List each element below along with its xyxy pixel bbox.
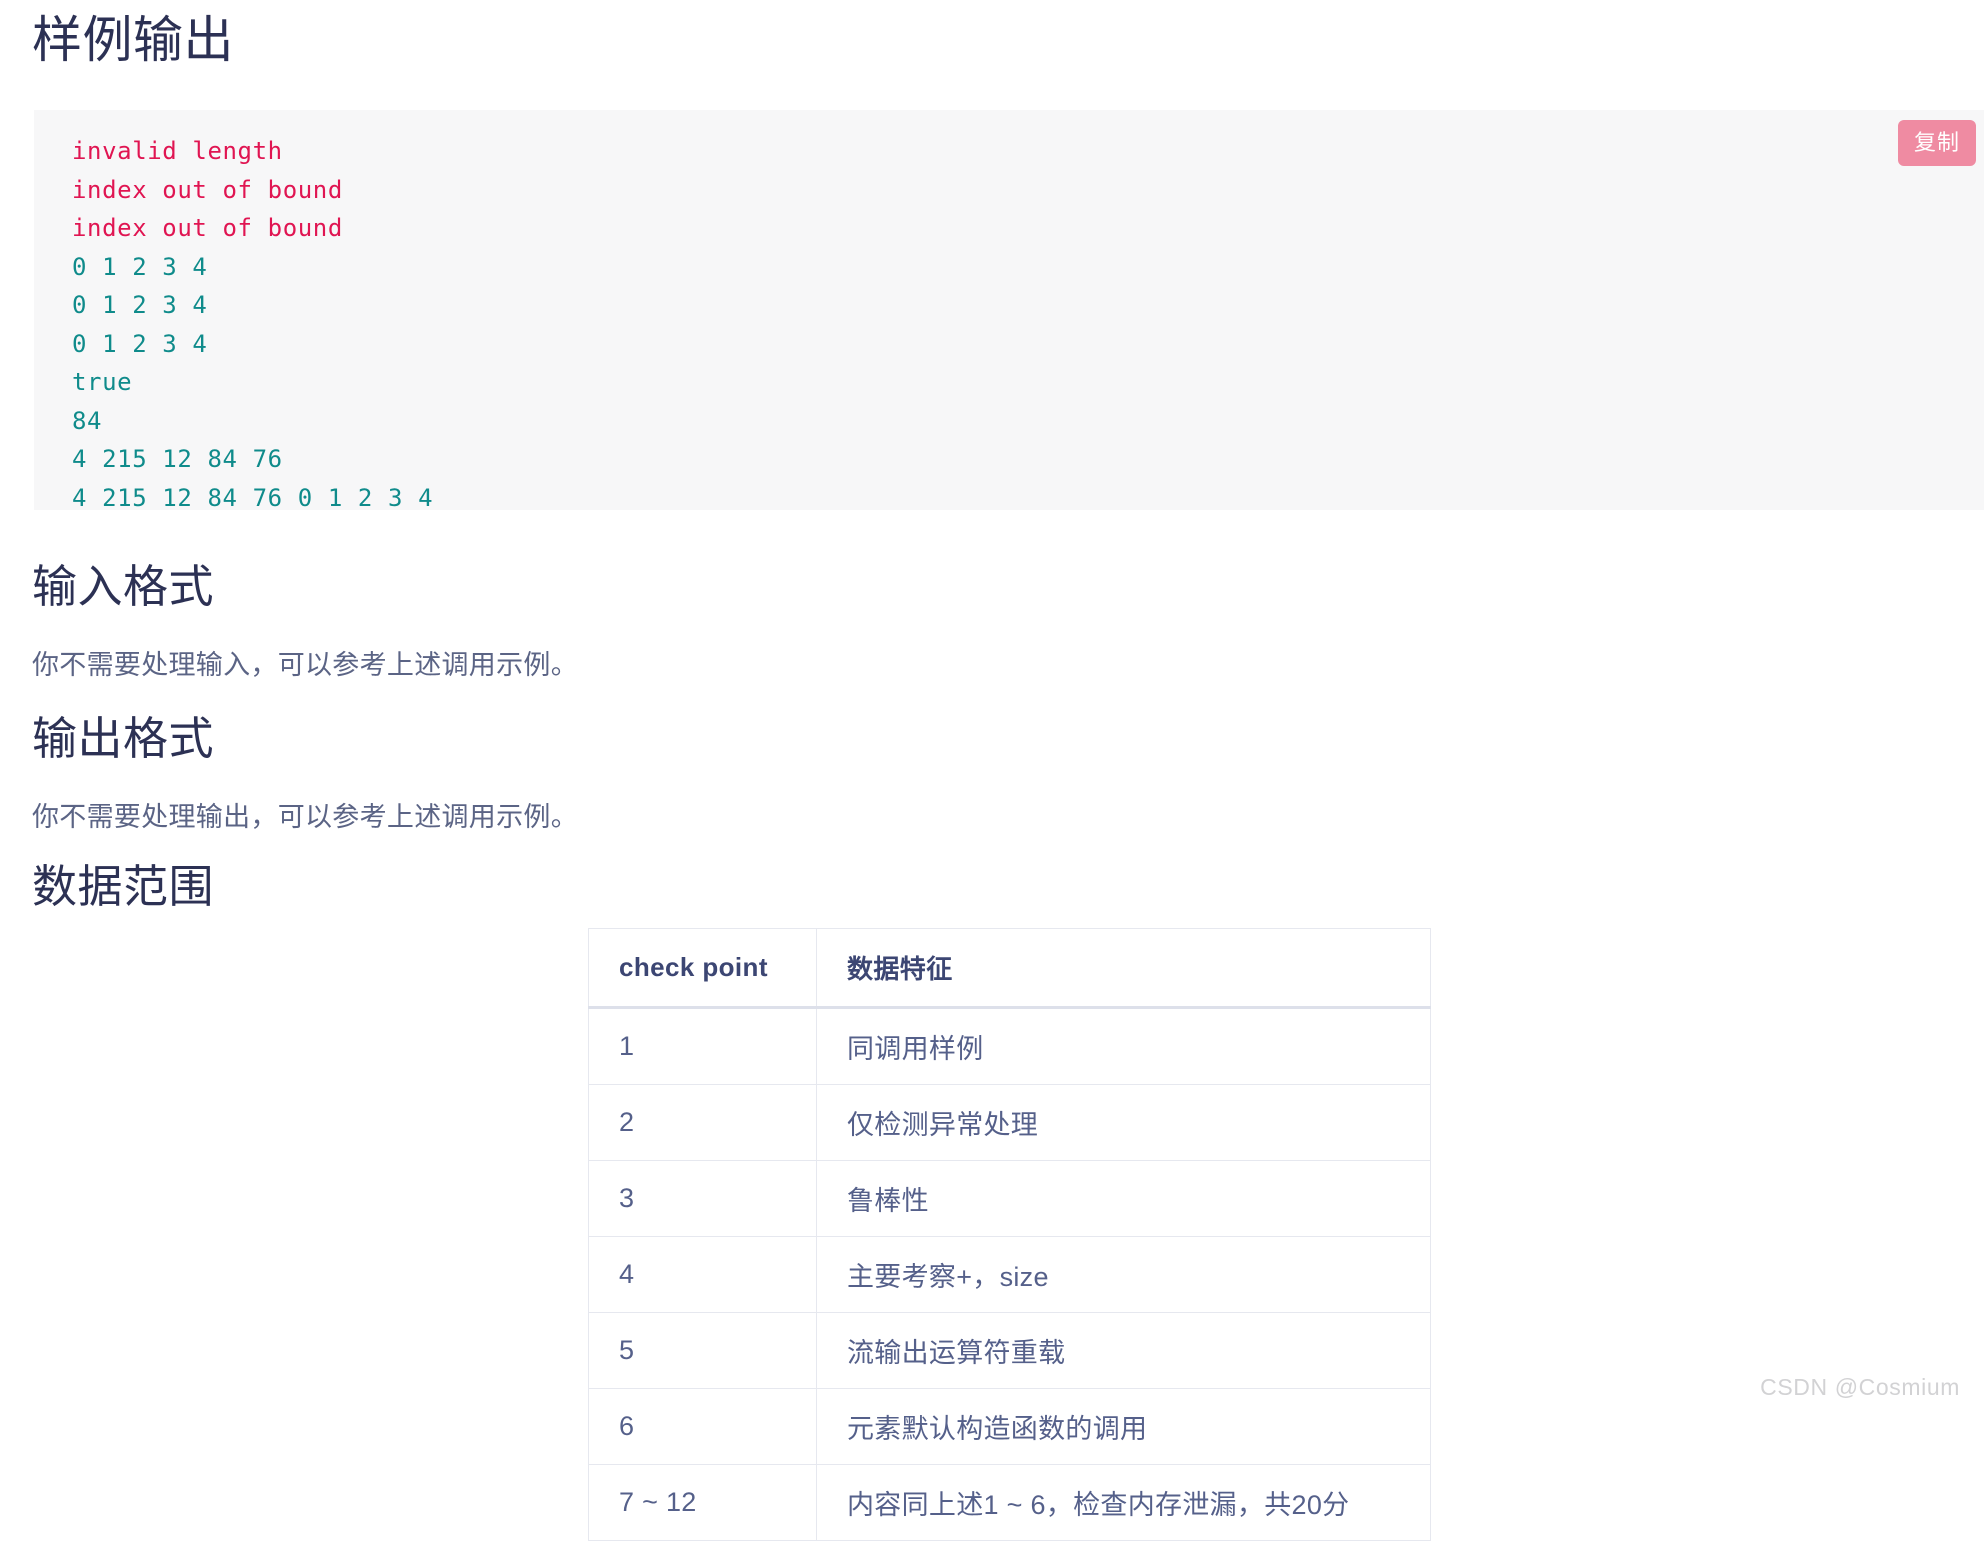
table-cell-feature: 同调用样例 xyxy=(816,1007,1431,1085)
section-heading-output-format: 输出格式 xyxy=(32,713,215,764)
data-range-table: check point 数据特征 1 同调用样例 2 仅检测异常处理 3 鲁棒性 4 主要考察+… xyxy=(588,928,1431,1541)
table-cell-feature: 元素默认构造函数的调用 xyxy=(816,1388,1431,1465)
code-line: index out of bound xyxy=(72,214,343,242)
csdn-watermark: CSDN @Cosmium xyxy=(1760,1374,1960,1400)
table-head: check point 数据特征 xyxy=(588,928,1431,1009)
table-column-header: check point xyxy=(588,928,817,1009)
code-line: true xyxy=(72,368,133,396)
table-row: 5 流输出运算符重载 xyxy=(588,1312,1431,1389)
document-page: 样例输出 invalid length index out of bound ind… xyxy=(0,0,1984,1541)
table-cell-checkpoint: 4 xyxy=(588,1236,817,1313)
copy-button[interactable]: 复制 xyxy=(1897,120,1976,166)
code-lines-container: invalid length index out of bound index ou… xyxy=(72,132,1984,517)
table-cell-feature: 仅检测异常处理 xyxy=(816,1084,1431,1161)
table-cell-checkpoint: 7 ~ 12 xyxy=(588,1464,817,1541)
code-line: 4 215 12 84 76 xyxy=(72,445,283,473)
table-row: 6 元素默认构造函数的调用 xyxy=(588,1388,1431,1465)
input-format-paragraph: 你不需要处理输入，可以参考上述调用示例。 xyxy=(32,650,578,680)
code-line: 0 1 2 3 4 xyxy=(72,329,208,358)
code-line: 4 215 12 84 76 0 1 2 3 4 xyxy=(72,483,434,512)
table-row: 2 仅检测异常处理 xyxy=(588,1084,1431,1161)
table-header-row: check point 数据特征 xyxy=(588,928,1431,1009)
code-line: invalid length xyxy=(72,137,283,165)
data-range-table-wrapper: check point 数据特征 1 同调用样例 2 仅检测异常处理 3 鲁棒性 4 主要考察+… xyxy=(588,928,1431,1541)
section-heading-input-format: 输入格式 xyxy=(32,561,215,612)
code-line: 0 1 2 3 4 xyxy=(72,252,208,281)
table-cell-feature: 流输出运算符重载 xyxy=(816,1312,1431,1389)
code-line: index out of bound xyxy=(72,175,343,204)
table-row: 4 主要考察+，size xyxy=(588,1236,1431,1313)
table-cell-checkpoint: 5 xyxy=(588,1312,817,1389)
section-heading-data-range: 数据范围 xyxy=(32,861,215,912)
table-cell-feature: 主要考察+，size xyxy=(816,1236,1431,1313)
table-cell-checkpoint: 6 xyxy=(588,1388,817,1465)
table-cell-feature: 内容同上述1 ~ 6，检查内存泄漏，共20分 xyxy=(816,1464,1431,1541)
code-line: 84 xyxy=(72,406,103,435)
table-cell-checkpoint: 3 xyxy=(588,1160,817,1237)
sample-output-code-block: invalid length index out of bound index ou… xyxy=(34,110,1984,512)
table-row: 1 同调用样例 xyxy=(588,1007,1431,1085)
output-format-paragraph: 你不需要处理输出，可以参考上述调用示例。 xyxy=(32,802,578,832)
page-title-sample-output: 样例输出 xyxy=(32,12,234,68)
code-line: 0 1 2 3 4 xyxy=(72,291,208,319)
table-cell-checkpoint: 1 xyxy=(588,1007,817,1085)
table-cell-checkpoint: 2 xyxy=(588,1084,817,1161)
table-column-header: 数据特征 xyxy=(816,928,1431,1009)
table-row: 7 ~ 12 内容同上述1 ~ 6，检查内存泄漏，共20分 xyxy=(588,1464,1431,1541)
table-row: 3 鲁棒性 xyxy=(588,1160,1431,1237)
table-cell-feature: 鲁棒性 xyxy=(816,1160,1431,1237)
table-body: 1 同调用样例 2 仅检测异常处理 3 鲁棒性 4 主要考察+，size 5 流输出运算符重载 6 元… xyxy=(588,1007,1431,1541)
